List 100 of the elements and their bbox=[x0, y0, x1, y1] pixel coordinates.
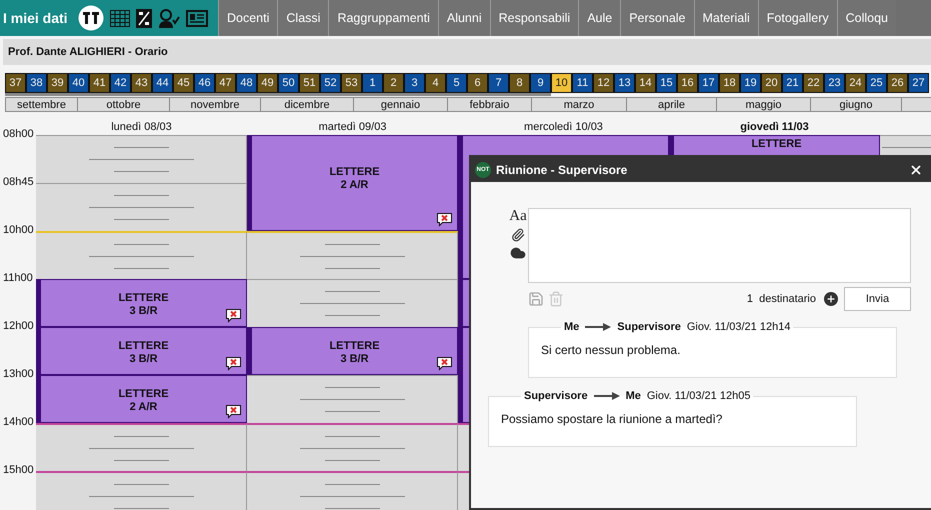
grid-icon[interactable] bbox=[110, 10, 130, 26]
text-format-button[interactable]: Aa bbox=[509, 208, 527, 225]
week-number[interactable]: 19 bbox=[740, 73, 761, 93]
grades-icon[interactable] bbox=[136, 8, 152, 28]
lesson-subject: LETTERE bbox=[329, 166, 380, 179]
time-label: 08h00 bbox=[3, 128, 35, 141]
week-number[interactable]: 8 bbox=[509, 73, 530, 93]
week-number[interactable]: 11 bbox=[572, 73, 593, 93]
month-label[interactable]: ottobre bbox=[77, 97, 169, 112]
month-label[interactable]: novembre bbox=[169, 97, 260, 112]
note-icon[interactable] bbox=[226, 309, 241, 323]
week-number[interactable]: 4 bbox=[425, 73, 446, 93]
month-label[interactable]: giugno bbox=[810, 97, 901, 112]
message-sender: Me bbox=[564, 321, 580, 333]
time-label: 08h45 bbox=[3, 176, 35, 189]
week-number[interactable]: 39 bbox=[47, 73, 68, 93]
week-number[interactable]: 7 bbox=[488, 73, 509, 93]
lesson-class: 2 A/R bbox=[340, 179, 368, 192]
week-number[interactable]: 10 bbox=[551, 73, 572, 93]
add-recipient-button[interactable] bbox=[824, 292, 838, 306]
month-label[interactable]: marzo bbox=[531, 97, 626, 112]
arrow-icon bbox=[585, 323, 612, 331]
id-card-icon[interactable] bbox=[186, 10, 208, 26]
person-check-icon[interactable] bbox=[158, 8, 180, 28]
time-label: 12h00 bbox=[3, 320, 35, 333]
day-header: giovedì 11/03 bbox=[740, 121, 809, 133]
nav-tab[interactable]: Classi bbox=[277, 0, 328, 36]
week-number[interactable]: 48 bbox=[236, 73, 257, 93]
week-number[interactable]: 20 bbox=[761, 73, 782, 93]
week-number[interactable]: 47 bbox=[215, 73, 236, 93]
week-number[interactable]: 42 bbox=[110, 73, 131, 93]
week-number[interactable]: 44 bbox=[152, 73, 173, 93]
day-header: martedì 09/03 bbox=[318, 121, 386, 133]
week-number[interactable]: 23 bbox=[824, 73, 845, 93]
week-number[interactable]: 5 bbox=[446, 73, 467, 93]
message-sender: Supervisore bbox=[524, 390, 588, 402]
cloud-icon[interactable] bbox=[510, 245, 526, 261]
week-number[interactable]: 24 bbox=[845, 73, 866, 93]
paperclip-icon[interactable] bbox=[511, 228, 525, 242]
week-number[interactable]: 18 bbox=[719, 73, 740, 93]
month-label[interactable]: gennaio bbox=[353, 97, 447, 112]
note-icon[interactable] bbox=[226, 405, 241, 419]
week-number[interactable]: 3 bbox=[404, 73, 425, 93]
month-label[interactable]: settembre bbox=[5, 97, 77, 112]
month-label[interactable]: aprile bbox=[626, 97, 716, 112]
month-label[interactable] bbox=[901, 97, 931, 112]
week-number[interactable]: 26 bbox=[887, 73, 908, 93]
lesson-block[interactable]: LETTERE 2 A/R bbox=[247, 135, 458, 231]
close-button[interactable] bbox=[909, 162, 923, 176]
message-recipient: Me bbox=[626, 390, 641, 402]
week-number[interactable]: 12 bbox=[593, 73, 614, 93]
week-number[interactable]: 27 bbox=[908, 73, 929, 93]
week-number[interactable]: 15 bbox=[656, 73, 677, 93]
day-header: lunedì 08/03 bbox=[111, 121, 172, 133]
week-number[interactable]: 40 bbox=[68, 73, 89, 93]
month-label[interactable]: maggio bbox=[716, 97, 810, 112]
arrow-icon bbox=[594, 392, 620, 400]
lesson-block[interactable]: LETTERE 3 B/R bbox=[36, 279, 247, 327]
time-label: 13h00 bbox=[3, 368, 35, 381]
week-number[interactable]: 25 bbox=[866, 73, 887, 93]
week-number[interactable]: 43 bbox=[131, 73, 152, 93]
week-number[interactable]: 53 bbox=[341, 73, 362, 93]
month-label[interactable]: dicembre bbox=[260, 97, 353, 112]
week-number[interactable]: 13 bbox=[614, 73, 635, 93]
message-input[interactable] bbox=[528, 208, 911, 283]
week-number[interactable]: 2 bbox=[383, 73, 404, 93]
week-number[interactable]: 38 bbox=[26, 73, 47, 93]
lesson-block[interactable]: LETTERE 2 A/R bbox=[36, 375, 247, 423]
week-number[interactable]: 46 bbox=[194, 73, 215, 93]
week-number[interactable]: 41 bbox=[89, 73, 110, 93]
week-number[interactable]: 49 bbox=[257, 73, 278, 93]
week-number[interactable]: 14 bbox=[635, 73, 656, 93]
plus-icon bbox=[826, 294, 836, 304]
teacher-logo-icon[interactable] bbox=[78, 5, 104, 31]
home-tab[interactable]: I miei dati bbox=[0, 0, 218, 36]
lesson-class: 3 B/R bbox=[129, 305, 158, 318]
week-number[interactable]: 16 bbox=[677, 73, 698, 93]
week-number[interactable]: 37 bbox=[5, 73, 26, 93]
send-button[interactable]: Invia bbox=[844, 287, 911, 311]
week-number[interactable]: 51 bbox=[299, 73, 320, 93]
week-number[interactable]: 6 bbox=[467, 73, 488, 93]
note-icon[interactable] bbox=[226, 357, 241, 371]
page-title: Prof. Dante ALIGHIERI - Orario bbox=[8, 46, 168, 58]
message-date: Giov. 11/03/21 12h14 bbox=[686, 321, 790, 333]
time-label: 11h00 bbox=[3, 272, 34, 285]
week-number[interactable]: 21 bbox=[782, 73, 803, 93]
note-icon[interactable] bbox=[437, 357, 452, 371]
lesson-block[interactable]: LETTERE 3 B/R bbox=[36, 327, 247, 375]
week-number[interactable]: 22 bbox=[803, 73, 824, 93]
week-number[interactable]: 9 bbox=[530, 73, 551, 93]
month-label[interactable]: febbraio bbox=[447, 97, 531, 112]
week-number[interactable]: 45 bbox=[173, 73, 194, 93]
week-number[interactable]: 1 bbox=[362, 73, 383, 93]
week-number[interactable]: 50 bbox=[278, 73, 299, 93]
lesson-block[interactable]: LETTERE 3 B/R bbox=[247, 327, 458, 375]
dialog-title: Riunione - Supervisore bbox=[496, 162, 628, 176]
nav-tab[interactable]: Docenti bbox=[218, 0, 278, 36]
week-number[interactable]: 17 bbox=[698, 73, 719, 93]
note-icon[interactable] bbox=[437, 213, 452, 227]
week-number[interactable]: 52 bbox=[320, 73, 341, 93]
